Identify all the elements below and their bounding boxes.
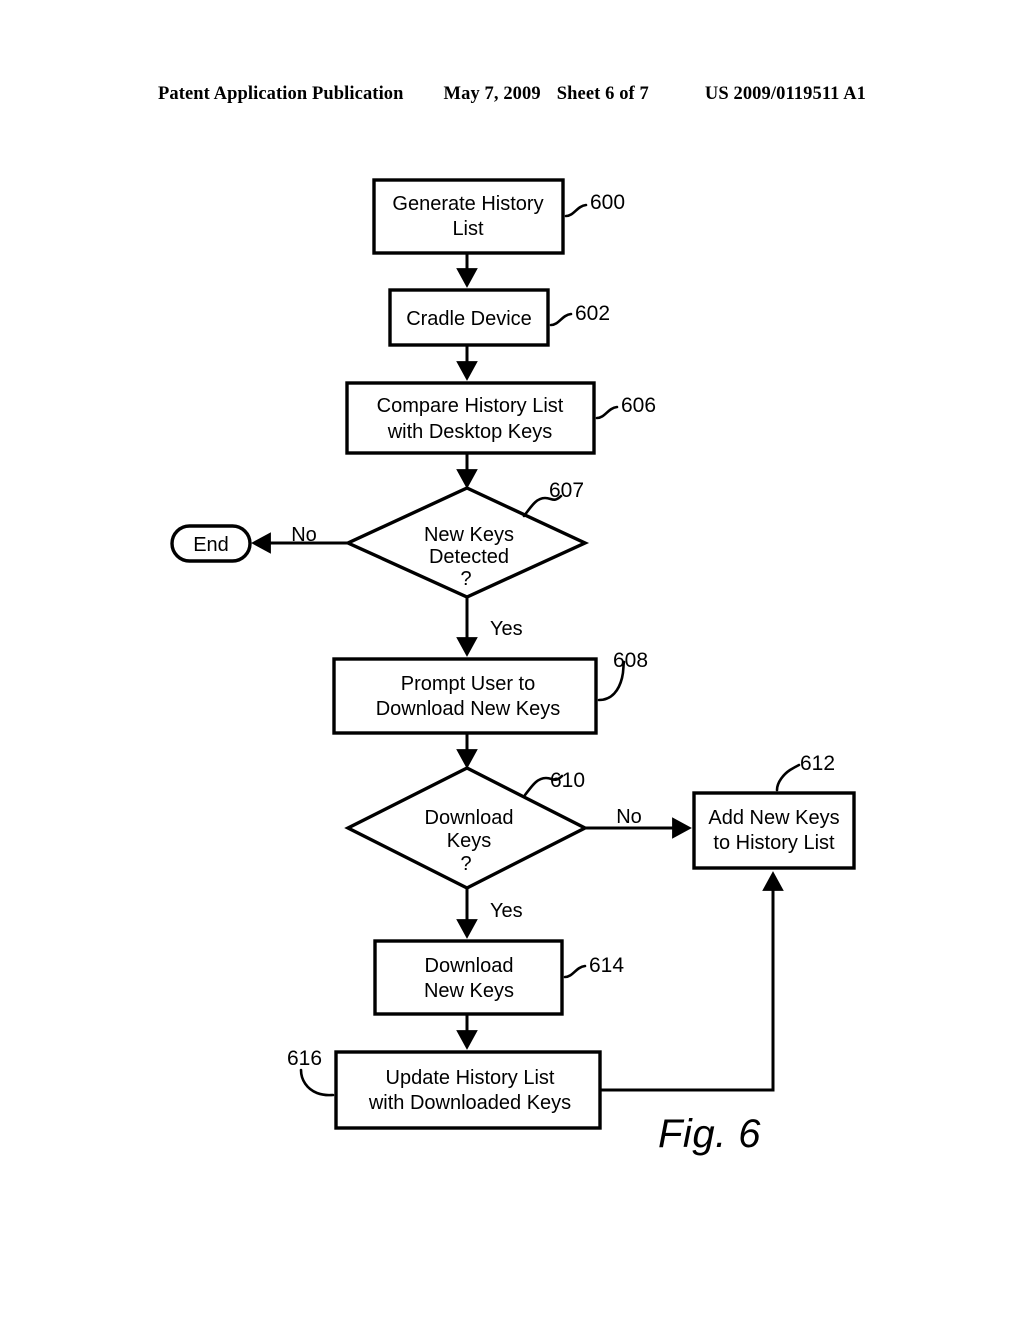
- edge-label-no-to-end: No: [291, 524, 317, 546]
- node-612-add-new-keys[interactable]: Add New Keys to History List: [692, 791, 856, 870]
- ref-600: 600: [590, 191, 625, 214]
- node-610-label-line1: Download: [425, 807, 514, 829]
- node-616-label-line1: Update History List: [386, 1067, 555, 1089]
- node-610-label-line3: ?: [460, 853, 471, 875]
- patent-page: Patent Application Publication May 7, 20…: [0, 0, 1024, 1320]
- node-614-download-new-keys[interactable]: Download New Keys: [373, 939, 564, 1016]
- leader-614: [563, 964, 587, 979]
- ref-608: 608: [613, 649, 648, 672]
- node-614-box: [373, 939, 564, 1016]
- node-602-label-line1: Cradle Device: [406, 308, 532, 330]
- ref-610: 610: [550, 769, 585, 792]
- node-607-new-keys-detected[interactable]: New Keys Detected ?: [343, 486, 590, 599]
- node-607-label-line3: ?: [460, 568, 471, 590]
- node-612-label-line1: Add New Keys: [708, 807, 839, 829]
- node-614-label-line2: New Keys: [424, 980, 514, 1002]
- ref-616: 616: [287, 1047, 322, 1070]
- node-606-label-line2: with Desktop Keys: [387, 421, 553, 443]
- node-608-prompt-user[interactable]: Prompt User to Download New Keys: [332, 657, 598, 735]
- flowchart-figure-6: Generate History List 600 Cradle Device …: [170, 178, 856, 1130]
- node-616-update-history-list[interactable]: Update History List with Downloaded Keys: [334, 1050, 602, 1130]
- edge-label-yes-to-614: Yes: [490, 900, 523, 922]
- node-612-box: [692, 791, 856, 870]
- ref-602: 602: [575, 302, 610, 325]
- leader-606: [595, 405, 619, 420]
- node-end-label: End: [193, 534, 229, 556]
- node-606-compare-history-list[interactable]: Compare History List with Desktop Keys: [345, 381, 596, 455]
- node-607-label-line1: New Keys: [424, 524, 514, 546]
- node-616-label-line2: with Downloaded Keys: [368, 1092, 571, 1114]
- node-614-label-line1: Download: [425, 955, 514, 977]
- ref-607: 607: [549, 479, 584, 502]
- figure-caption: Fig. 6: [658, 1112, 762, 1156]
- node-612-label-line2: to History List: [713, 832, 835, 854]
- node-610-label-line2: Keys: [447, 830, 491, 852]
- node-608-box: [332, 657, 598, 735]
- node-602-cradle-device[interactable]: Cradle Device: [388, 288, 550, 347]
- node-608-label-line1: Prompt User to: [401, 673, 535, 695]
- ref-606: 606: [621, 394, 656, 417]
- leader-602: [549, 312, 573, 327]
- ref-612: 612: [800, 752, 835, 775]
- node-600-label-line1: Generate History: [392, 193, 543, 215]
- node-616-box: [334, 1050, 602, 1130]
- edge-label-no-to-612: No: [616, 806, 642, 828]
- leader-612: [775, 763, 801, 792]
- node-600-generate-history-list[interactable]: Generate History List: [372, 178, 565, 255]
- node-606-label-line1: Compare History List: [377, 395, 564, 417]
- node-608-label-line2: Download New Keys: [376, 698, 561, 720]
- leader-600: [564, 203, 588, 218]
- ref-614: 614: [589, 954, 624, 977]
- connector-616-to-612-feedback: [600, 871, 784, 1092]
- node-600-label-line2: List: [452, 218, 484, 240]
- node-607-label-line2: Detected: [429, 546, 509, 568]
- node-end-terminal[interactable]: End: [170, 524, 252, 563]
- leader-616: [299, 1068, 335, 1097]
- edge-label-yes-to-608: Yes: [490, 618, 523, 640]
- node-600-box: [372, 178, 565, 255]
